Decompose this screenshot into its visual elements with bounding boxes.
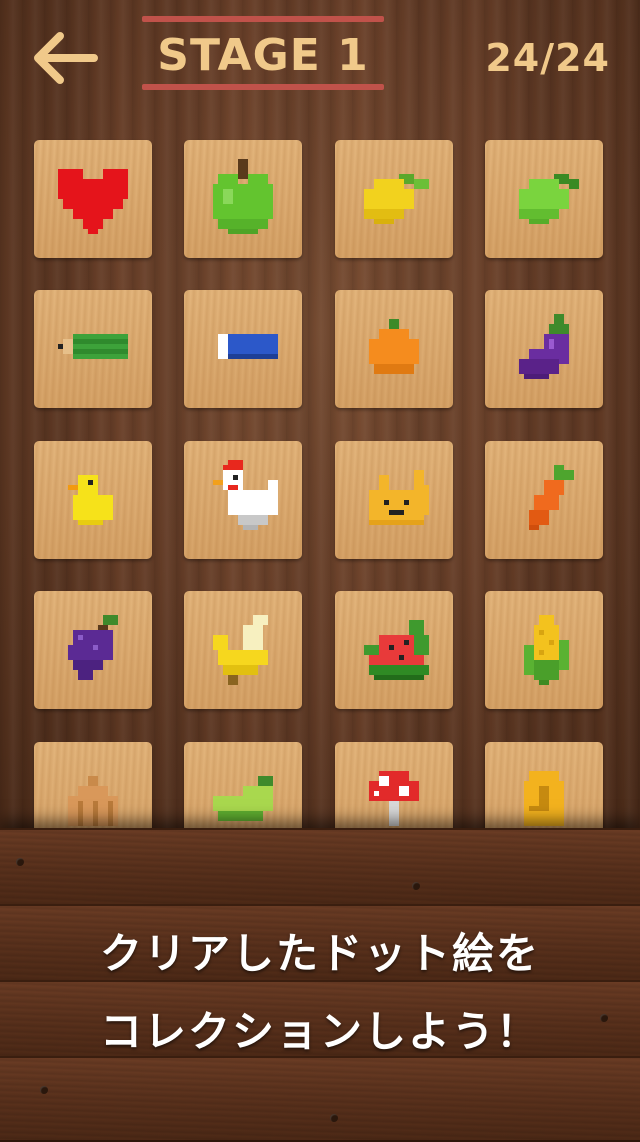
watermelon-pixel-icon: [364, 620, 429, 680]
collection-tile-banana[interactable]: [184, 591, 302, 709]
collection-tile-apple[interactable]: [184, 140, 302, 258]
cucumber-pixel-icon: [213, 776, 273, 821]
promo-line-2: コレクションしよう！: [99, 1007, 540, 1056]
orange-pixel-icon: [369, 319, 419, 374]
nail: [16, 858, 24, 866]
collection-tile-pencil[interactable]: [34, 290, 152, 408]
pencil-pixel-icon: [58, 334, 128, 359]
collection-tile-orange[interactable]: [335, 290, 453, 408]
banana-pixel-icon: [213, 615, 268, 685]
collection-tile-lemon[interactable]: [335, 140, 453, 258]
grapes-pixel-icon: [68, 615, 118, 680]
collection-tile-grapes[interactable]: [34, 591, 152, 709]
collection-tile-watermelon[interactable]: [335, 591, 453, 709]
eggplant-pixel-icon: [519, 314, 569, 379]
nail: [40, 1086, 48, 1094]
collection-tile-fox[interactable]: [335, 441, 453, 559]
chicken-pixel-icon: [213, 460, 278, 530]
fox-pixel-icon: [369, 470, 429, 525]
collection-grid: [0, 0, 640, 828]
collection-tile-mushroom[interactable]: [335, 742, 453, 828]
promo-panel: クリアしたドット絵を コレクションしよう！: [0, 828, 640, 1142]
lemon-pixel-icon: [364, 174, 429, 224]
mushroom-pixel-icon: [369, 771, 419, 826]
nail: [412, 882, 420, 890]
chick-pixel-icon: [68, 475, 113, 525]
collection-tile-heart[interactable]: [34, 140, 152, 258]
eraser-pixel-icon: [218, 334, 278, 359]
collection-tile-carrot[interactable]: [485, 441, 603, 559]
collection-tile-chick[interactable]: [34, 441, 152, 559]
onion-pixel-icon: [68, 776, 118, 826]
corn-pixel-icon: [524, 615, 569, 685]
collection-tile-coin[interactable]: [485, 742, 603, 828]
nail: [330, 1114, 338, 1122]
collection-tile-lime[interactable]: [485, 140, 603, 258]
collection-tile-eggplant[interactable]: [485, 290, 603, 408]
collection-tile-corn[interactable]: [485, 591, 603, 709]
coin-pixel-icon: [524, 771, 564, 826]
apple-pixel-icon: [213, 159, 273, 234]
wood-plank: [0, 1056, 640, 1142]
promo-line-1: クリアしたドット絵を: [99, 929, 540, 978]
lime-pixel-icon: [519, 174, 579, 224]
collection-tile-cucumber[interactable]: [184, 742, 302, 828]
heart-pixel-icon: [58, 169, 128, 234]
collection-tile-chicken[interactable]: [184, 441, 302, 559]
carrot-pixel-icon: [529, 465, 574, 530]
wood-board: STAGE 1 24/24: [0, 0, 640, 828]
collection-tile-onion[interactable]: [34, 742, 152, 828]
wood-plank: [0, 828, 640, 907]
collection-tile-eraser[interactable]: [184, 290, 302, 408]
